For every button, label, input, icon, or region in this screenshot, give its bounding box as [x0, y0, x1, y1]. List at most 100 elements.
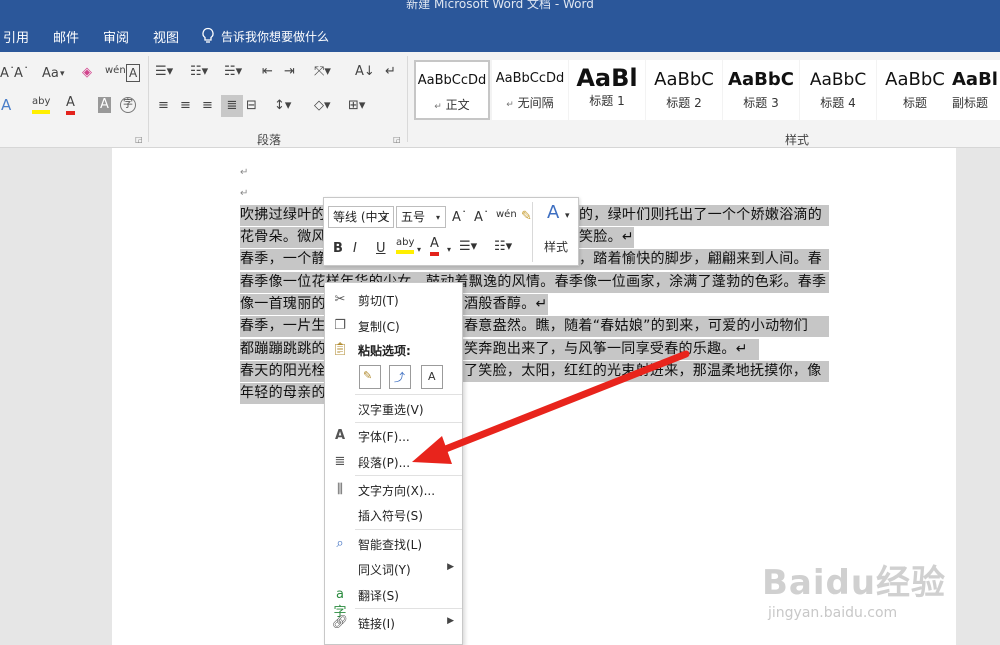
style-normal[interactable]: AaBbCcDd ↵ 正文: [414, 60, 490, 120]
font-icon: A: [334, 428, 346, 443]
paragraph-dialog-launcher-icon[interactable]: ◲: [393, 132, 401, 148]
style-title[interactable]: AaBbC 标题: [877, 60, 953, 120]
phonetic-guide-icon[interactable]: wén: [496, 206, 517, 224]
align-center-icon[interactable]: ≡: [180, 98, 191, 114]
chinese-layout-icon[interactable]: ⤧▾: [314, 64, 331, 80]
tell-me-box[interactable]: 告诉我你想要做什么: [221, 28, 329, 45]
font-color-icon[interactable]: A: [430, 236, 439, 256]
decrease-indent-icon[interactable]: ⇤: [262, 64, 273, 80]
smart-lookup-icon: ⌕: [336, 536, 344, 551]
window-title: 新建 Microsoft Word 文档 - Word: [406, 0, 594, 11]
divider: [148, 56, 149, 142]
style-heading-2[interactable]: AaBbC 标题 2: [646, 60, 722, 120]
menu-bar: 引用 邮件 审阅 视图 告诉我你想要做什么: [0, 18, 1000, 52]
font-size-up-icon[interactable]: A˙: [14, 66, 29, 82]
highlight-icon[interactable]: aby: [32, 94, 51, 114]
text-line-right[interactable]: 的，绿叶们则托出了一个个娇嫩浴滴的: [579, 205, 823, 226]
menu-item-insert-symbol[interactable]: 插入符号(S): [325, 503, 462, 527]
menu-item-cut[interactable]: ✂ 剪切(T): [325, 288, 462, 312]
style-no-spacing[interactable]: AaBbCcDd ↵ 无间隔: [492, 60, 568, 120]
divider: [532, 202, 533, 262]
line-spacing-icon[interactable]: ↕▾: [274, 98, 291, 114]
increase-indent-icon[interactable]: ⇥: [284, 64, 295, 80]
chevron-down-icon[interactable]: ▾: [417, 241, 421, 259]
text-line-right[interactable]: 春意盎然。瞧，随着“春姑娘”的到来，可爱的小动物们: [464, 316, 809, 337]
menu-separator: [355, 529, 462, 530]
ribbon: A˙ A˙ Aa ▾ ◈ wén A A aby A A 字 ◲ ☰▾ ☷▾ ☵…: [0, 52, 1000, 148]
mini-toolbar: 等线 (中文 ▾ 五号 ▾ A˙ A˙ wén ✎ A ▾ 样式 B I U a…: [323, 197, 579, 266]
multilevel-list-icon[interactable]: ☵▾: [224, 64, 242, 80]
menu-item-link[interactable]: 🔗︎ 链接(I) ▶: [325, 611, 462, 635]
tab-references[interactable]: 引用: [3, 27, 29, 46]
chevron-down-icon[interactable]: ▾: [565, 207, 570, 225]
menu-item-text-direction[interactable]: ⫼ 文字方向(X)...: [325, 478, 462, 502]
lightbulb-icon[interactable]: [200, 27, 216, 48]
menu-item-copy[interactable]: ❐ 复制(C): [325, 314, 462, 338]
show-marks-icon[interactable]: ↵: [385, 64, 396, 80]
highlight-icon[interactable]: aby: [396, 236, 415, 254]
scissors-icon: ✂: [334, 292, 346, 307]
font-color-icon[interactable]: A: [66, 95, 75, 115]
paragraph-icon: ≣: [334, 454, 346, 469]
paragraph-group-label: 段落: [257, 133, 282, 147]
bullets-icon[interactable]: ☰▾: [459, 238, 477, 256]
tab-mailings[interactable]: 邮件: [53, 27, 79, 46]
chevron-down-icon[interactable]: ▾: [447, 241, 451, 259]
paragraph-mark: ↵: [240, 167, 249, 178]
tab-review[interactable]: 审阅: [103, 27, 129, 46]
title-bar: 新建 Microsoft Word 文档 - Word: [0, 0, 1000, 18]
dialog-launcher-icon[interactable]: ◲: [135, 132, 143, 148]
distributed-icon[interactable]: ⊟: [246, 98, 257, 114]
watermark-url: jingyan.baidu.com: [768, 605, 898, 621]
text-line-right[interactable]: 酒般香醇。↵: [464, 294, 548, 315]
enclose-char-icon[interactable]: 字: [120, 97, 136, 113]
styles-button[interactable]: 样式: [544, 238, 568, 256]
italic-button[interactable]: I: [353, 240, 357, 258]
link-icon: 🔗︎: [331, 615, 349, 630]
watermark-logo: Baidu经验: [762, 563, 947, 603]
bullets-icon[interactable]: ☰▾: [155, 64, 173, 80]
style-heading-3[interactable]: AaBbC 标题 3: [723, 60, 799, 120]
grow-font-icon[interactable]: A˙: [452, 209, 467, 227]
char-border-icon[interactable]: A: [126, 64, 141, 82]
text-effects-icon[interactable]: A: [1, 97, 11, 113]
borders-icon[interactable]: ⊞▾: [348, 98, 365, 114]
text-line[interactable]: 年轻的母亲的: [240, 383, 330, 404]
align-left-icon[interactable]: ≡: [158, 98, 169, 114]
align-right-icon[interactable]: ≡: [202, 98, 213, 114]
styles-group-label: 样式: [785, 133, 810, 147]
menu-item-translate[interactable]: a字 翻译(S): [325, 583, 462, 620]
menu-item-smart-lookup[interactable]: ⌕ 智能查找(L): [325, 532, 462, 556]
style-heading-1[interactable]: AaBl 标题 1: [569, 60, 645, 120]
phonetic-guide-icon[interactable]: wén: [105, 63, 126, 79]
menu-separator: [355, 475, 462, 476]
text-line-right[interactable]: ，踏着愉快的脚步，翩翩来到人间。春: [579, 249, 823, 270]
menu-item-synonyms[interactable]: 同义词(Y) ▶: [325, 557, 462, 581]
menu-separator: [355, 608, 462, 609]
submenu-arrow-icon: ▶: [447, 616, 454, 626]
shading-icon[interactable]: ◇▾: [314, 98, 331, 114]
justify-icon[interactable]: ≣: [221, 95, 243, 117]
submenu-arrow-icon: ▶: [447, 562, 454, 572]
clear-format-icon[interactable]: ◈: [82, 65, 92, 81]
numbering-icon[interactable]: ☷▾: [494, 238, 512, 256]
chevron-down-icon[interactable]: ▾: [60, 66, 65, 82]
text-direction-icon: ⫼: [337, 482, 343, 497]
bold-button[interactable]: B: [333, 240, 343, 258]
char-shading-icon[interactable]: A: [98, 97, 111, 113]
change-case-button[interactable]: Aa: [42, 66, 59, 82]
tab-view[interactable]: 视图: [153, 27, 179, 46]
shrink-font-icon[interactable]: A˙: [474, 209, 489, 227]
chevron-down-icon[interactable]: ▾: [383, 209, 387, 227]
style-heading-4[interactable]: AaBbC 标题 4: [800, 60, 876, 120]
styles-icon[interactable]: A: [547, 204, 559, 222]
text-line-right[interactable]: 笑脸。↵: [579, 227, 634, 248]
paste-keep-format-icon[interactable]: ✎: [359, 365, 381, 389]
sort-icon[interactable]: A↓: [355, 64, 375, 80]
underline-button[interactable]: U: [376, 240, 386, 258]
numbering-icon[interactable]: ☷▾: [190, 64, 208, 80]
chevron-down-icon[interactable]: ▾: [436, 209, 440, 227]
format-painter-icon[interactable]: ✎: [521, 208, 532, 226]
paste-icon: 📋︎: [331, 342, 349, 357]
style-subtitle[interactable]: AaBl 副标题: [952, 60, 1000, 120]
